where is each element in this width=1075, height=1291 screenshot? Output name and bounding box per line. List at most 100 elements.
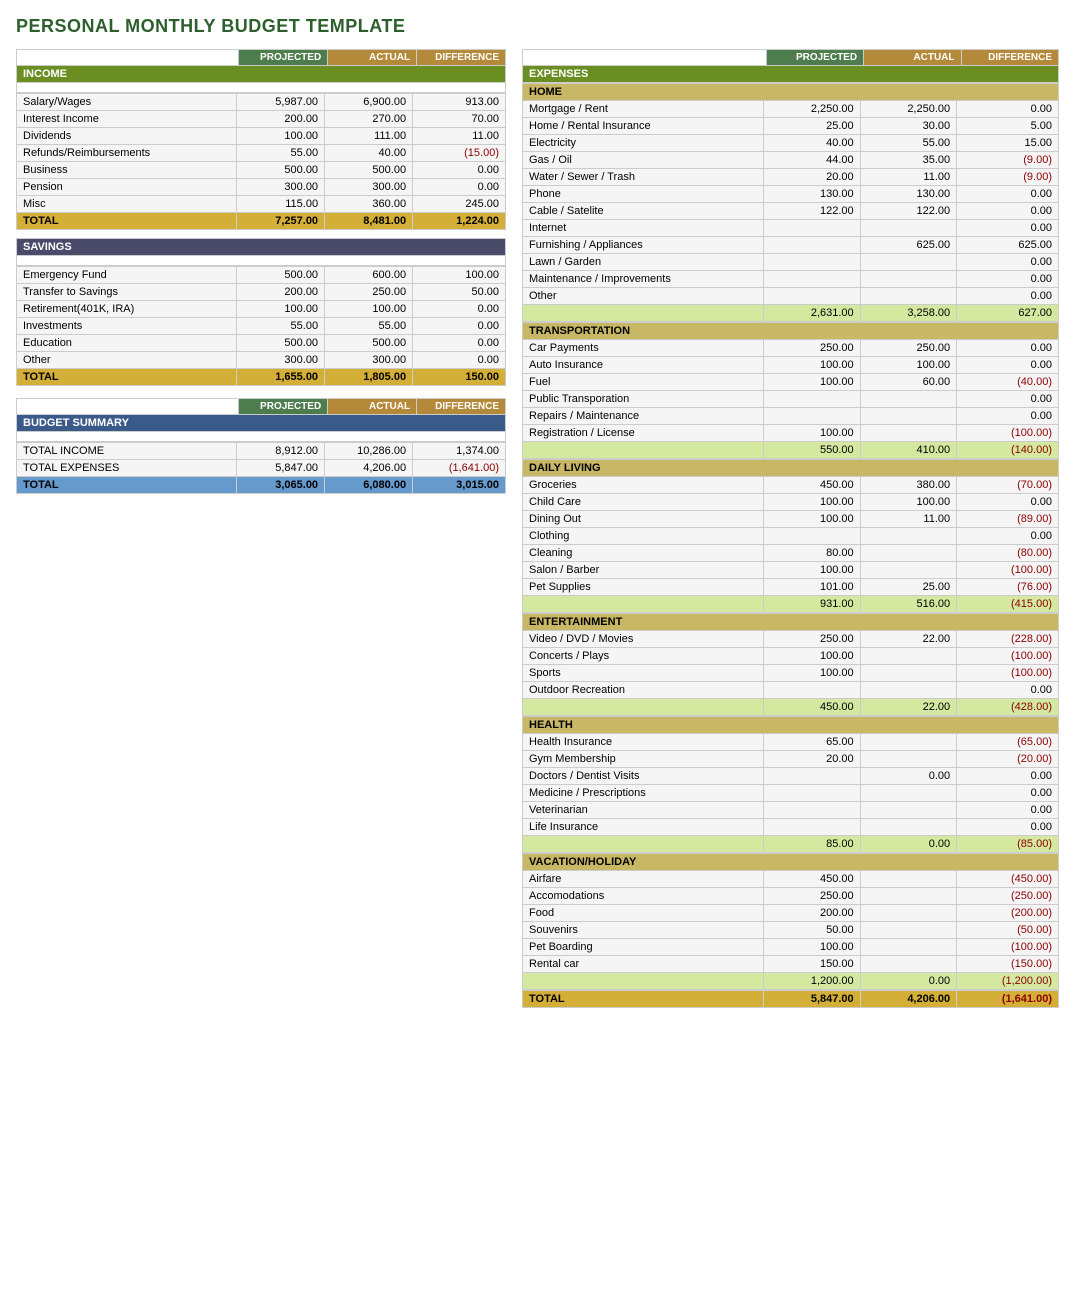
income-total-actual: 8,481.00 [325, 213, 413, 230]
item-projected: 300.00 [237, 352, 325, 369]
table-row: Gym Membership 20.00 (20.00) [523, 751, 1059, 768]
item-actual: 130.00 [860, 186, 956, 203]
table-row: Sports 100.00 (100.00) [523, 665, 1059, 682]
table-row: Registration / License 100.00 (100.00) [523, 425, 1059, 442]
page-title: PERSONAL MONTHLY BUDGET TEMPLATE [16, 16, 1059, 37]
item-difference: 0.00 [957, 768, 1059, 785]
item-label: Life Insurance [523, 819, 764, 836]
item-actual: 500.00 [325, 335, 413, 352]
table-row: Public Transporation 0.00 [523, 391, 1059, 408]
item-actual: 100.00 [860, 494, 956, 511]
item-projected: 250.00 [764, 888, 860, 905]
income-section-row: INCOME [17, 66, 506, 83]
table-row: Repairs / Maintenance 0.00 [523, 408, 1059, 425]
item-projected: 25.00 [764, 118, 860, 135]
item-actual [860, 871, 956, 888]
exp-subtotal-label [523, 442, 764, 459]
item-projected: 500.00 [237, 267, 325, 284]
table-row: Rental car 150.00 (150.00) [523, 956, 1059, 973]
table-row: Video / DVD / Movies 250.00 22.00 (228.0… [523, 631, 1059, 648]
item-projected [764, 220, 860, 237]
item-projected: 100.00 [764, 357, 860, 374]
item-difference: 0.00 [413, 179, 506, 196]
item-projected: 450.00 [764, 477, 860, 494]
table-row: Education 500.00 500.00 0.00 [17, 335, 506, 352]
item-label: Car Payments [523, 340, 764, 357]
bs-total-projected: 3,065.00 [237, 477, 325, 494]
bs-item-label: TOTAL INCOME [17, 443, 237, 460]
item-projected: 5,987.00 [237, 94, 325, 111]
item-projected [764, 237, 860, 254]
item-actual: 600.00 [325, 267, 413, 284]
savings-total-row: TOTAL 1,655.00 1,805.00 150.00 [17, 369, 506, 386]
item-label: Public Transporation [523, 391, 764, 408]
item-actual: 360.00 [325, 196, 413, 213]
item-actual [860, 220, 956, 237]
item-label: Misc [17, 196, 237, 213]
item-projected: 100.00 [764, 425, 860, 442]
table-row: Veterinarian 0.00 [523, 802, 1059, 819]
expenses-grand-total-row: TOTAL 5,847.00 4,206.00 (1,641.00) [523, 991, 1059, 1008]
table-row: Misc 115.00 360.00 245.00 [17, 196, 506, 213]
item-label: Other [523, 288, 764, 305]
item-actual: 625.00 [860, 237, 956, 254]
item-projected: 101.00 [764, 579, 860, 596]
exp-subtotal-label [523, 973, 764, 990]
income-header-row: PROJECTED ACTUAL DIFFERENCE [17, 50, 506, 66]
item-difference: 0.00 [413, 352, 506, 369]
expenses-section-row: EXPENSES [523, 66, 1059, 83]
exp-subtotal-actual: 0.00 [860, 836, 956, 853]
item-actual: 250.00 [325, 284, 413, 301]
income-total-difference: 1,224.00 [413, 213, 506, 230]
exp-subtotal-difference: (1,200.00) [957, 973, 1059, 990]
item-projected: 44.00 [764, 152, 860, 169]
item-label: Furnishing / Appliances [523, 237, 764, 254]
table-row: Home / Rental Insurance 25.00 30.00 5.00 [523, 118, 1059, 135]
item-label: Transfer to Savings [17, 284, 237, 301]
item-difference: 0.00 [957, 819, 1059, 836]
exp-subtotal-label [523, 596, 764, 613]
table-row: Health Insurance 65.00 (65.00) [523, 734, 1059, 751]
bs-total-row: TOTAL 3,065.00 6,080.00 3,015.00 [17, 477, 506, 494]
table-row: Doctors / Dentist Visits 0.00 0.00 [523, 768, 1059, 785]
item-actual [860, 648, 956, 665]
item-difference: 0.00 [957, 288, 1059, 305]
exp-subtotal-row: 2,631.00 3,258.00 627.00 [523, 305, 1059, 322]
item-label: Video / DVD / Movies [523, 631, 764, 648]
item-label: Pension [17, 179, 237, 196]
bs-item-difference: 1,374.00 [413, 443, 506, 460]
item-projected: 100.00 [764, 494, 860, 511]
item-projected: 100.00 [764, 374, 860, 391]
item-projected [764, 682, 860, 699]
table-row: Internet 0.00 [523, 220, 1059, 237]
savings-table: SAVINGS [16, 238, 506, 266]
item-actual [860, 425, 956, 442]
table-row: Pet Supplies 101.00 25.00 (76.00) [523, 579, 1059, 596]
item-difference: 0.00 [957, 682, 1059, 699]
item-actual: 25.00 [860, 579, 956, 596]
item-label: Cleaning [523, 545, 764, 562]
exp-section-table: HEALTH Health Insurance 65.00 (65.00) Gy… [522, 716, 1059, 853]
income-total-row: TOTAL 7,257.00 8,481.00 1,224.00 [17, 213, 506, 230]
item-projected: 450.00 [764, 871, 860, 888]
exp-section-table: DAILY LIVING Groceries 450.00 380.00 (70… [522, 459, 1059, 613]
item-difference: (250.00) [957, 888, 1059, 905]
income-total-label: TOTAL [17, 213, 237, 230]
exp-subtotal-label [523, 836, 764, 853]
item-difference: 0.00 [957, 785, 1059, 802]
item-difference: (50.00) [957, 922, 1059, 939]
bs-item-actual: 10,286.00 [325, 443, 413, 460]
exp-sub-section-row: DAILY LIVING [523, 460, 1059, 477]
item-difference: 0.00 [957, 391, 1059, 408]
bs-total-difference: 3,015.00 [413, 477, 506, 494]
exp-projected-header: PROJECTED [766, 50, 863, 66]
item-difference: (100.00) [957, 648, 1059, 665]
bs-difference-header: DIFFERENCE [417, 399, 506, 415]
income-label: INCOME [17, 66, 506, 83]
exp-sub-section-label: HOME [523, 84, 1059, 101]
table-row: Cleaning 80.00 (80.00) [523, 545, 1059, 562]
item-label: Rental car [523, 956, 764, 973]
item-actual [860, 802, 956, 819]
item-actual: 300.00 [325, 179, 413, 196]
table-row: Groceries 450.00 380.00 (70.00) [523, 477, 1059, 494]
